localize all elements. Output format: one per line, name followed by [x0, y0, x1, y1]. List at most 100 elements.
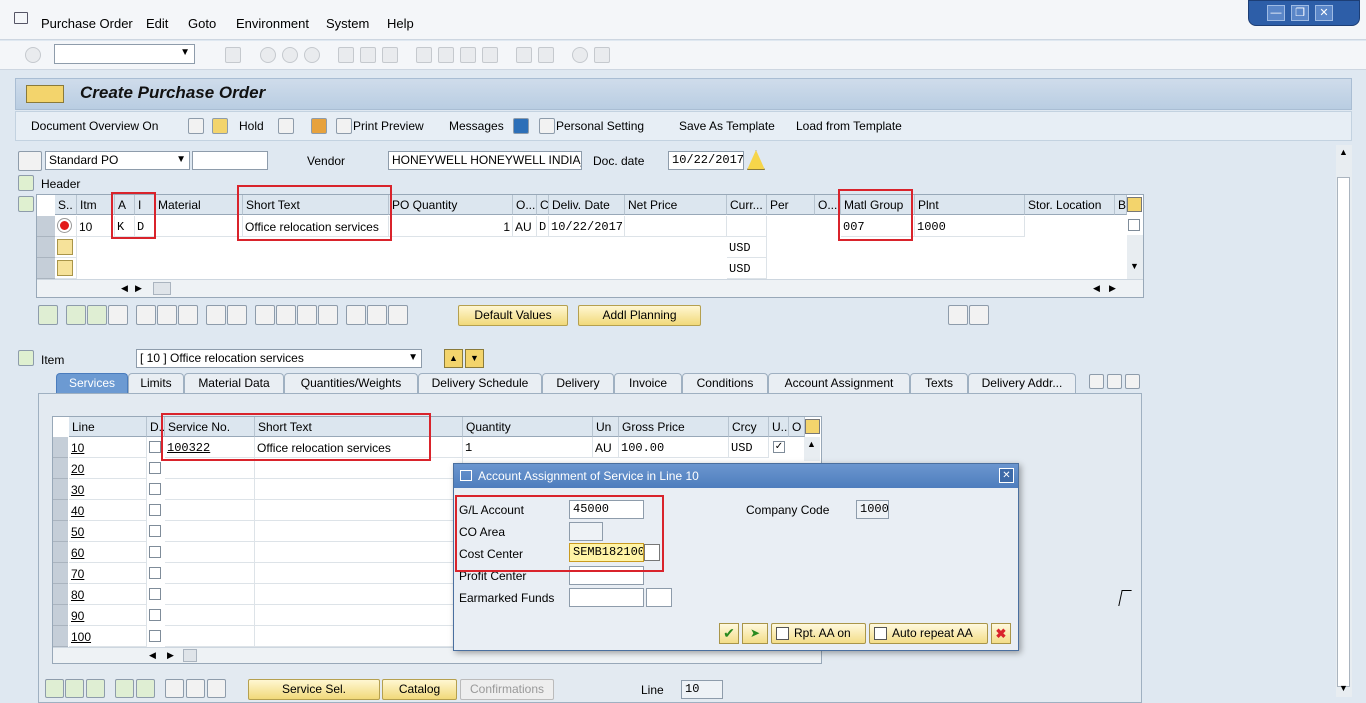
- layout-icon[interactable]: [594, 47, 610, 63]
- scroll-right-icon[interactable]: ▶: [167, 650, 174, 661]
- services-scrollbar[interactable]: ▲: [804, 437, 820, 461]
- tab-scroll-left-icon[interactable]: [1089, 374, 1104, 389]
- menu-edit[interactable]: Edit: [146, 16, 168, 31]
- service-line-number[interactable]: 70: [69, 563, 147, 584]
- tab-conditions[interactable]: Conditions: [682, 373, 768, 393]
- menu-purchase-order[interactable]: Purchase Order: [41, 16, 133, 31]
- status-cell[interactable]: [55, 237, 77, 258]
- line-link[interactable]: 60: [71, 546, 84, 560]
- warning-icon[interactable]: [747, 150, 765, 170]
- unit-cell[interactable]: AU: [593, 437, 619, 458]
- currency-cell[interactable]: USD: [727, 258, 767, 279]
- service-row-cells[interactable]: [255, 458, 463, 479]
- save-as-template-button[interactable]: Save As Template: [679, 119, 775, 133]
- next-icon[interactable]: ➤: [742, 623, 768, 644]
- sort-desc-icon[interactable]: [276, 305, 296, 325]
- sum-icon[interactable]: [318, 305, 338, 325]
- print-icon[interactable]: [338, 47, 354, 63]
- close-window-icon[interactable]: ✕: [1315, 5, 1333, 21]
- table-settings-icon[interactable]: [805, 419, 820, 434]
- line-link[interactable]: 70: [71, 567, 84, 581]
- copy-icon[interactable]: [66, 305, 86, 325]
- open-folder-icon[interactable]: [212, 118, 228, 134]
- service-row-cells[interactable]: [165, 626, 255, 647]
- catalog-button[interactable]: Catalog: [382, 679, 457, 700]
- delete-icon[interactable]: [136, 305, 156, 325]
- col-net-price[interactable]: Net Price: [625, 195, 727, 215]
- row-selector[interactable]: [37, 237, 55, 258]
- order-unit-cell[interactable]: AU: [513, 216, 537, 237]
- deselect-icon[interactable]: [227, 305, 247, 325]
- service-line-number[interactable]: 90: [69, 605, 147, 626]
- service-row-cells[interactable]: [255, 479, 463, 500]
- col-deliv-date[interactable]: Deliv. Date: [549, 195, 625, 215]
- row-selector[interactable]: [53, 521, 68, 542]
- col-stor-location[interactable]: Stor. Location: [1025, 195, 1115, 215]
- cost-center-field[interactable]: SEMB182100: [569, 543, 644, 562]
- matl-group-cell[interactable]: 007: [841, 216, 915, 237]
- plant-cell[interactable]: 1000: [915, 216, 1025, 237]
- row-selector[interactable]: [53, 458, 68, 479]
- col-material[interactable]: Material: [155, 195, 243, 215]
- tab-account-assignment[interactable]: Account Assignment: [768, 373, 910, 393]
- next-page-icon[interactable]: [460, 47, 476, 63]
- search-help-icon[interactable]: [644, 544, 660, 561]
- service-row-cells[interactable]: [165, 584, 255, 605]
- company-code-field[interactable]: 1000: [856, 500, 889, 519]
- service-row-cells[interactable]: [165, 563, 255, 584]
- status-cell[interactable]: [55, 258, 77, 279]
- confirmations-button[interactable]: Confirmations: [460, 679, 554, 700]
- service-sel-button[interactable]: Service Sel.: [248, 679, 380, 700]
- tab-material-data[interactable]: Material Data: [184, 373, 284, 393]
- row-selector[interactable]: [53, 605, 68, 626]
- col-currency[interactable]: Curr...: [727, 195, 767, 215]
- col-item-cat[interactable]: I: [135, 195, 155, 215]
- doc-date-field[interactable]: 10/22/2017: [668, 151, 744, 170]
- clipboard-icon[interactable]: [367, 305, 387, 325]
- unlock-icon[interactable]: [178, 305, 198, 325]
- find-item-icon[interactable]: [346, 305, 366, 325]
- col-quantity[interactable]: Quantity: [463, 417, 593, 437]
- col-service-no[interactable]: Service No.: [165, 417, 255, 437]
- col-gross-price[interactable]: Gross Price: [619, 417, 729, 437]
- config-icon[interactable]: [969, 305, 989, 325]
- line-link[interactable]: 100: [71, 630, 91, 644]
- tab-texts[interactable]: Texts: [910, 373, 968, 393]
- acct-cat-cell[interactable]: K: [115, 216, 135, 237]
- po-number-field[interactable]: [192, 151, 268, 170]
- default-values-button[interactable]: Default Values: [458, 305, 568, 326]
- scroll-thumb[interactable]: [153, 282, 171, 295]
- cancel-icon[interactable]: ✖: [991, 623, 1011, 644]
- menu-system[interactable]: System: [326, 16, 369, 31]
- col-status[interactable]: S..: [55, 195, 77, 215]
- load-from-template-button[interactable]: Load from Template: [796, 119, 902, 133]
- co-area-field[interactable]: [569, 522, 603, 541]
- service-line-number[interactable]: 50: [69, 521, 147, 542]
- item-overview-icon[interactable]: [18, 196, 34, 212]
- dialog-close-icon[interactable]: ✕: [999, 468, 1014, 483]
- line-link[interactable]: 30: [71, 483, 84, 497]
- last-page-icon[interactable]: [482, 47, 498, 63]
- po-type-select[interactable]: Standard PO ▼: [45, 151, 190, 170]
- command-field[interactable]: ▼: [54, 44, 195, 64]
- service-row-cells[interactable]: [255, 500, 463, 521]
- deletion-checkbox[interactable]: [149, 525, 161, 537]
- insert-row-icon[interactable]: [115, 679, 134, 698]
- scroll-left-icon[interactable]: ◀: [121, 283, 128, 294]
- info-icon[interactable]: [513, 118, 529, 134]
- col-opu[interactable]: O...: [815, 195, 841, 215]
- line-field[interactable]: 10: [681, 680, 723, 699]
- deletion-checkbox[interactable]: [149, 567, 161, 579]
- service-no-cell[interactable]: 100322: [165, 437, 255, 458]
- deliv-date-cell[interactable]: 10/22/2017: [549, 216, 625, 237]
- scroll-thumb[interactable]: [1337, 177, 1350, 687]
- cart-icon[interactable]: [18, 151, 42, 171]
- find-icon[interactable]: [360, 47, 376, 63]
- new-session-icon[interactable]: [516, 47, 532, 63]
- col-crcy[interactable]: Crcy: [729, 417, 769, 437]
- save-icon[interactable]: [225, 47, 241, 63]
- scroll-down-icon[interactable]: ▼: [1130, 261, 1139, 271]
- select-all-icon[interactable]: [206, 305, 226, 325]
- rpt-aa-button[interactable]: Rpt. AA on: [771, 623, 866, 644]
- tab-services[interactable]: Services: [56, 373, 128, 393]
